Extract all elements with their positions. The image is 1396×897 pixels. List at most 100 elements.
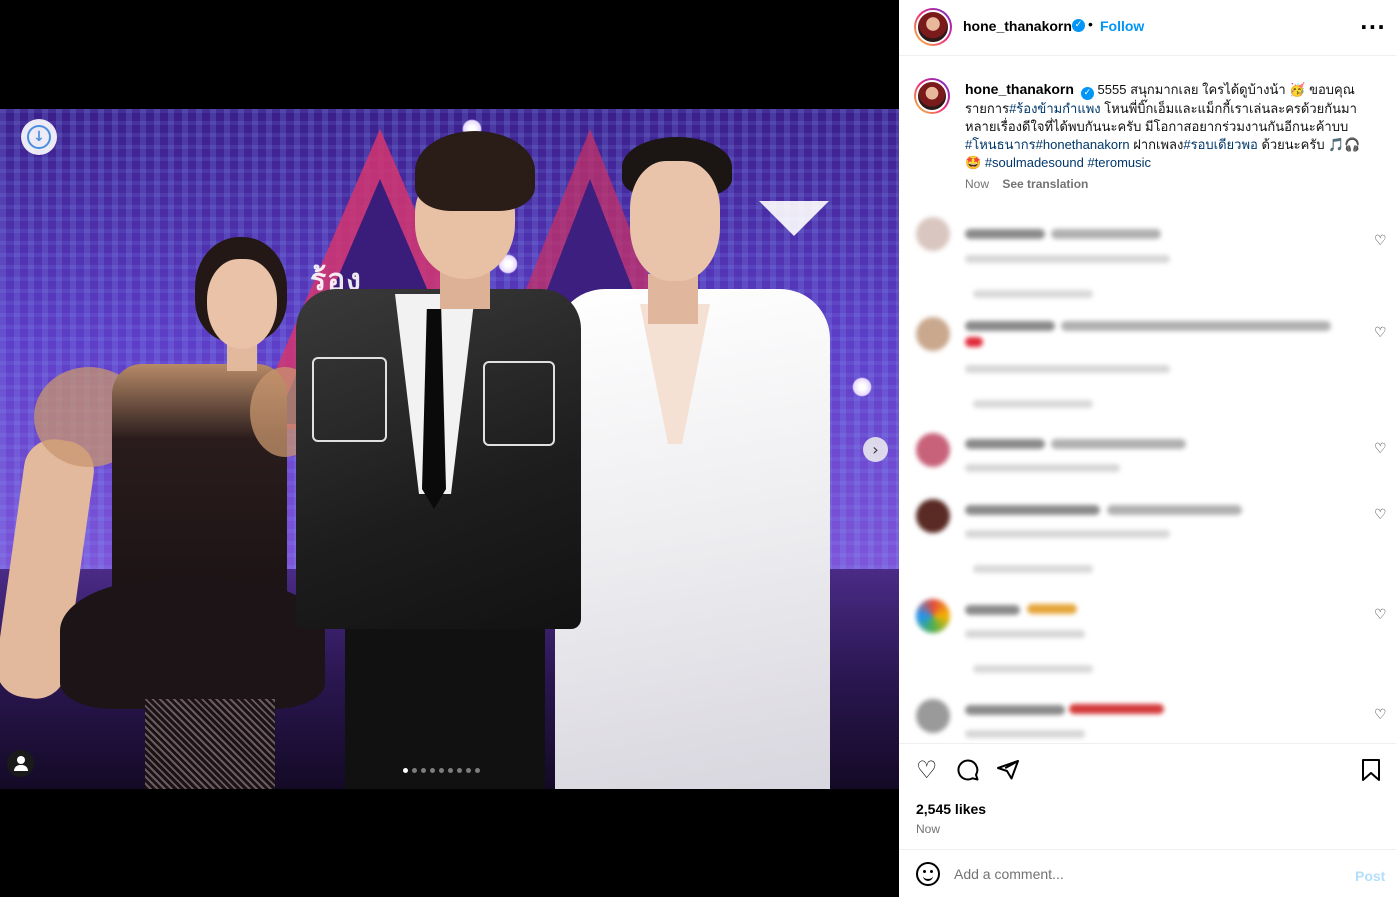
author-avatar[interactable] (914, 8, 952, 46)
comment-like-heart-icon[interactable]: ♡ (1374, 233, 1387, 249)
comment-username-blurred (965, 439, 1045, 449)
tagged-users-button[interactable] (7, 750, 34, 777)
caption-time: Now (965, 177, 990, 191)
separator-dot: • (1088, 16, 1093, 32)
comment-text-blurred (1051, 229, 1161, 239)
add-comment-bar: Post (899, 849, 1396, 897)
carousel-dot (466, 768, 471, 773)
post-comment-button[interactable]: Post (1355, 868, 1385, 884)
bookmark-icon[interactable] (1360, 758, 1382, 786)
comment-like-heart-icon[interactable]: ♡ (1374, 325, 1387, 341)
comment-avatar[interactable] (916, 433, 950, 467)
comment-text-blurred (1051, 439, 1186, 449)
carousel-dot (421, 768, 426, 773)
comment-username-blurred (965, 321, 1055, 331)
view-replies-blurred[interactable] (973, 565, 1093, 573)
caption-line: รายการ (965, 101, 1010, 116)
comment-avatar[interactable] (916, 499, 950, 533)
caption-meta: Now See translation (965, 177, 1088, 191)
person-center-hair (415, 131, 535, 211)
hashtag-link[interactable]: #soulmadesound (985, 155, 1084, 170)
hashtag-link[interactable]: #teromusic (1087, 155, 1151, 170)
comment-avatar[interactable] (916, 599, 950, 633)
person-left-skirt (60, 579, 325, 709)
post-side-panel: hone_thanakorn ✓ • Follow ··· hone_thana… (899, 0, 1396, 897)
carousel-dot (439, 768, 444, 773)
post-photo[interactable]: ร้อง (0, 109, 899, 789)
comment-meta-blurred (965, 530, 1170, 538)
comment-like-heart-icon[interactable]: ♡ (1374, 507, 1387, 523)
view-replies-blurred[interactable] (973, 400, 1093, 408)
comment-meta-blurred (965, 255, 1170, 263)
comment-meta-blurred (965, 730, 1085, 738)
chevron-right-icon: › (872, 440, 879, 459)
person-center-pants (345, 619, 545, 789)
hashtag-link[interactable]: #รอบเดียวพอ (1183, 137, 1257, 152)
person-left-legs (145, 699, 275, 789)
download-button[interactable]: ↓ (21, 119, 57, 155)
hashtag-link[interactable]: #ร้องข้ามกำแพง (1009, 101, 1101, 116)
comment-like-heart-icon[interactable]: ♡ (1374, 707, 1387, 723)
more-horizontal-icon[interactable]: ··· (1360, 15, 1386, 39)
comment-meta-blurred (965, 365, 1170, 373)
comment-avatar[interactable] (916, 217, 950, 251)
caption-line: ฝากเพลง (1129, 137, 1184, 152)
caption-text: hone_thanakorn ✓ 5555 สนุกมากเลย ใครได้ดู… (965, 80, 1385, 172)
person-right-neck (648, 274, 698, 324)
stage-white-triangle (759, 201, 829, 236)
author-username[interactable]: hone_thanakorn (963, 18, 1072, 34)
see-translation-link[interactable]: See translation (1002, 177, 1088, 191)
comment-meta-blurred (965, 630, 1085, 638)
hashtag-link[interactable]: #โหนธนากร (965, 137, 1036, 152)
comment-avatar[interactable] (916, 699, 950, 733)
user-tag-icon-body (13, 765, 28, 771)
comment-like-heart-icon[interactable]: ♡ (1374, 441, 1387, 457)
instagram-post-modal: ร้อง ↓ › hone_thanakorn ✓ • Follow ··· h… (0, 0, 1396, 897)
comment-text-blurred (965, 337, 983, 347)
stage-light (852, 377, 872, 397)
follow-button[interactable]: Follow (1100, 18, 1144, 34)
person-right-face (630, 161, 720, 281)
emoji-icon[interactable] (916, 862, 940, 886)
post-time: Now (916, 822, 941, 836)
comment-like-heart-icon[interactable]: ♡ (1374, 607, 1387, 623)
caption-line: 5555 สนุกมากเลย ใครได้ดูบ้างน้า 🥳 ขอบคุณ (1097, 82, 1355, 97)
verified-badge-icon: ✓ (1080, 87, 1094, 100)
view-replies-blurred[interactable] (973, 290, 1093, 298)
carousel-next-button[interactable]: › (863, 437, 888, 462)
comment-username-blurred (965, 705, 1065, 715)
heart-icon[interactable]: ♡ (916, 758, 938, 782)
media-panel: ร้อง ↓ › (0, 0, 899, 897)
jacket-pocket (483, 361, 555, 446)
likes-count[interactable]: 2,545 likes (916, 801, 986, 817)
comment-meta-blurred (965, 464, 1120, 472)
hashtag-link[interactable]: #honethanakorn (1036, 137, 1130, 152)
carousel-dot (412, 768, 417, 773)
comment-username-blurred (965, 229, 1045, 239)
comment-avatar[interactable] (916, 317, 950, 351)
post-header: hone_thanakorn ✓ • Follow ··· (899, 0, 1396, 56)
verified-badge-icon: ✓ (1072, 19, 1085, 32)
share-icon[interactable] (996, 758, 1020, 786)
caption-username[interactable]: hone_thanakorn (965, 81, 1074, 97)
caption-line: หลายเรื่องดีใจที่ได้พบกันนะครับ มีโอกาสอ… (965, 119, 1349, 134)
comment-icon[interactable] (956, 758, 980, 786)
view-replies-blurred[interactable] (973, 665, 1093, 673)
carousel-indicator (403, 768, 480, 773)
download-icon: ↓ (27, 125, 51, 149)
comment-text-blurred (1027, 604, 1077, 614)
caption-author-avatar[interactable] (914, 78, 950, 114)
user-tag-icon (16, 756, 25, 764)
carousel-dot (448, 768, 453, 773)
post-actions: ♡ 2,545 likes Now (899, 743, 1396, 849)
comments-list: ♡ ♡ ♡ ♡ ♡ ♡ (899, 205, 1396, 745)
carousel-dot (457, 768, 462, 773)
comment-text-blurred (1061, 321, 1331, 331)
comment-username-blurred (965, 505, 1100, 515)
comment-input[interactable] (954, 863, 1334, 885)
carousel-dot (430, 768, 435, 773)
person-left-face (207, 259, 277, 349)
carousel-dot (475, 768, 480, 773)
carousel-dot (403, 768, 408, 773)
comment-username-blurred (965, 605, 1020, 615)
